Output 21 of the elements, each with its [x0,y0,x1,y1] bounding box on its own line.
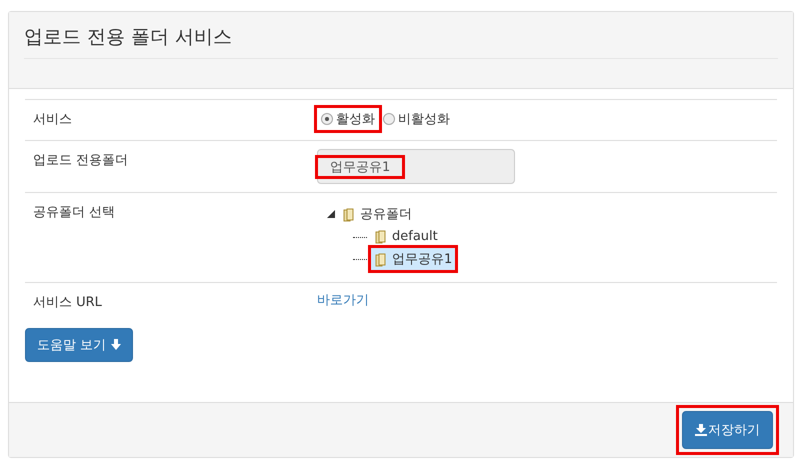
download-arrow-icon [111,339,122,351]
row-label: 서비스 [33,111,73,129]
download-icon [695,424,707,436]
radio-option[interactable]: 비활성화 [379,108,454,130]
expand-caret-icon[interactable] [327,210,335,218]
folder-item[interactable]: 공유폴더 [339,203,415,225]
shortcut-link[interactable]: 바로가기 [317,291,369,309]
folder-icon [342,206,356,222]
folder-field[interactable]: 업무공유1 [317,149,515,184]
row-label: 서비스 URL [33,294,103,312]
folder-item[interactable]: default [371,227,441,246]
folder-icon [374,252,388,266]
row-label: 공유폴더 선택 [33,204,116,222]
folder-item[interactable]: 업무공유1 [371,248,456,270]
help-button[interactable]: 도움말 보기 [25,328,134,362]
panel-title: 업로드 전용 폴더 서비스 [24,22,778,59]
highlight-frame: 업무공유1 [318,158,402,176]
row-label: 업로드 전용폴더 [33,152,130,170]
folder-icon [374,229,388,244]
radio-option[interactable]: 활성화 [317,108,379,130]
save-button[interactable]: 저장하기 [682,411,773,449]
